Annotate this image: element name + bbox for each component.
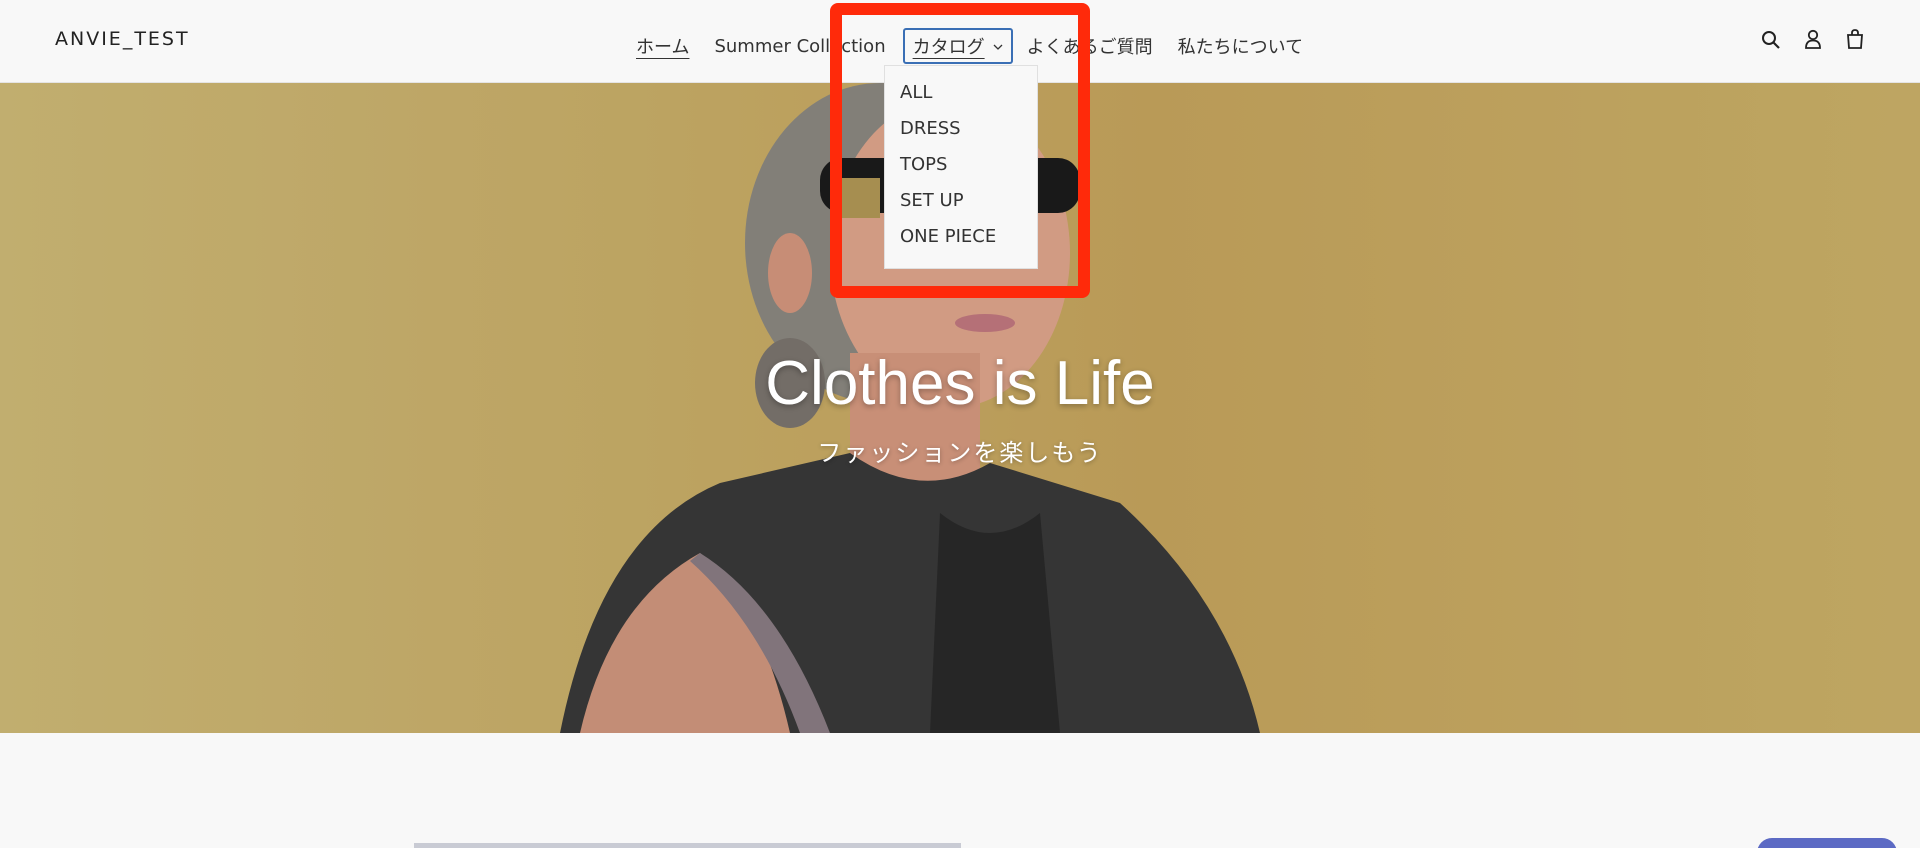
collection-image-preview[interactable] — [414, 843, 961, 848]
dropdown-item-set-up[interactable]: SET UP — [885, 190, 1037, 226]
nav-faq[interactable]: よくあるご質問 — [1027, 33, 1153, 59]
chevron-down-icon — [993, 39, 1003, 53]
nav-about[interactable]: 私たちについて — [1178, 33, 1303, 59]
main-nav: ホーム Summer Collection カタログ よくあるご質問 私たちにつ… — [636, 28, 1328, 64]
hero-subtitle: ファッションを楽しもう — [817, 439, 1103, 467]
nav-home[interactable]: ホーム — [636, 33, 689, 59]
chat-button[interactable] — [1757, 838, 1897, 848]
nav-summer-collection[interactable]: Summer Collection — [714, 36, 885, 57]
dropdown-item-all[interactable]: ALL — [885, 82, 1037, 118]
catalog-dropdown: ALL DRESS TOPS SET UP ONE PIECE — [884, 65, 1038, 269]
site-logo[interactable]: ANVIE_TEST — [55, 28, 190, 50]
dropdown-item-tops[interactable]: TOPS — [885, 154, 1037, 190]
dropdown-item-dress[interactable]: DRESS — [885, 118, 1037, 154]
hero-title: Clothes is Life — [765, 349, 1155, 418]
account-icon[interactable] — [1803, 27, 1823, 51]
cart-icon[interactable] — [1845, 27, 1865, 51]
header-icons — [1761, 27, 1865, 51]
nav-catalog-label: カタログ — [912, 37, 985, 58]
search-icon[interactable] — [1761, 27, 1781, 51]
dropdown-item-one-piece[interactable]: ONE PIECE — [885, 226, 1037, 262]
nav-catalog[interactable]: カタログ — [902, 28, 1013, 64]
